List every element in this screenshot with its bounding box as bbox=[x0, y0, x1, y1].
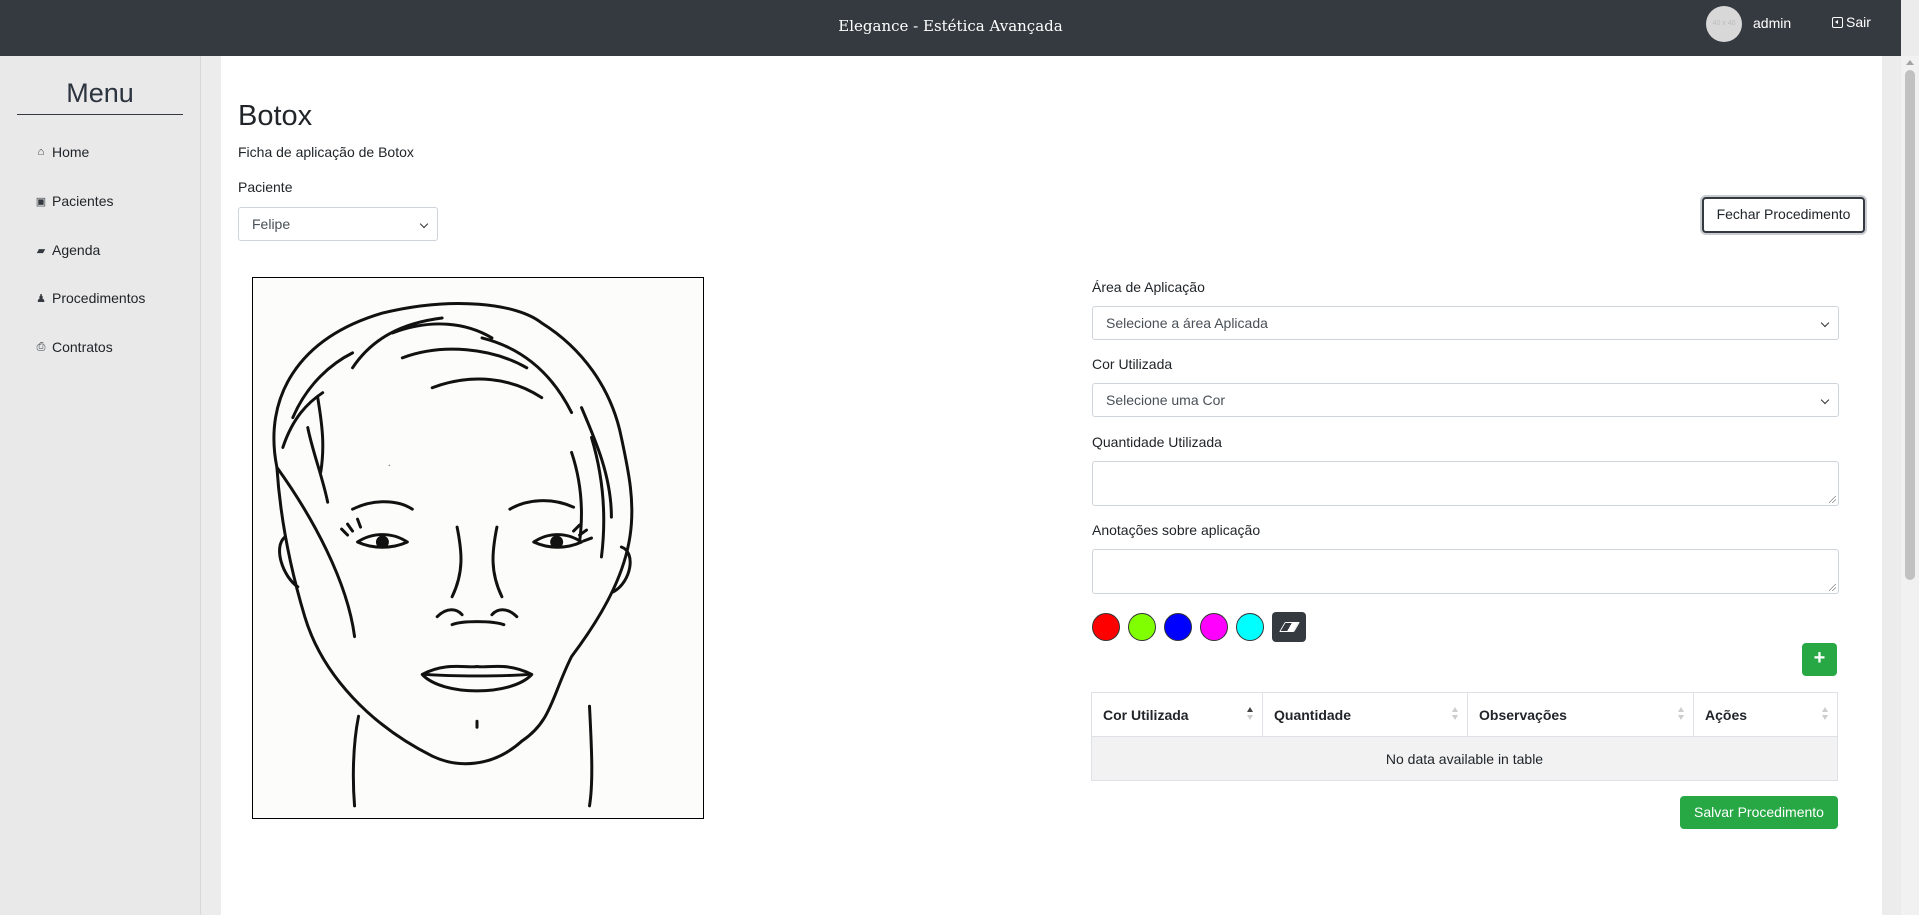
applications-table: Cor Utilizada Quantidade Observações Açõ… bbox=[1091, 692, 1838, 781]
eraser-button[interactable] bbox=[1272, 612, 1306, 642]
page-scrollbar[interactable] bbox=[1901, 56, 1919, 915]
sidebar-item-agenda[interactable]: ▰ Agenda bbox=[35, 242, 101, 258]
book-icon: ▰ bbox=[36, 244, 46, 257]
sort-icon bbox=[1452, 707, 1458, 721]
print-icon: ⎙ bbox=[36, 340, 46, 353]
notes-textarea[interactable] bbox=[1092, 549, 1839, 594]
table-row: No data available in table bbox=[1091, 736, 1838, 781]
scrollbar-thumb[interactable] bbox=[1905, 70, 1915, 580]
sort-icon bbox=[1678, 707, 1684, 721]
column-header-label: Quantidade bbox=[1274, 706, 1352, 723]
column-header-actions[interactable]: Ações bbox=[1693, 692, 1838, 737]
sidebar-item-label: Pacientes bbox=[52, 193, 114, 209]
color-swatch[interactable] bbox=[1236, 613, 1264, 641]
patient-select[interactable]: Felipe bbox=[238, 207, 438, 241]
sidebar-item-home[interactable]: ⌂ Home bbox=[35, 144, 90, 160]
quantity-label: Quantidade Utilizada bbox=[1092, 434, 1222, 450]
color-used-select[interactable]: Selecione uma Cor bbox=[1092, 383, 1839, 417]
brand-title: Elegance - Estética Avançada bbox=[0, 17, 1901, 35]
sidebar-item-label: Agenda bbox=[52, 242, 101, 258]
color-used-select-value: Selecione uma Cor bbox=[1106, 392, 1226, 408]
save-procedure-button[interactable]: Salvar Procedimento bbox=[1680, 796, 1838, 829]
resize-grip-icon[interactable] bbox=[1829, 584, 1836, 591]
add-application-button[interactable]: + bbox=[1802, 643, 1837, 676]
column-header-label: Ações bbox=[1705, 706, 1748, 723]
color-swatch[interactable] bbox=[1200, 613, 1228, 641]
column-header-notes[interactable]: Observações bbox=[1467, 692, 1694, 737]
sidebar-item-label: Home bbox=[52, 144, 90, 160]
color-swatch[interactable] bbox=[1092, 613, 1120, 641]
sidebar-item-label: Contratos bbox=[52, 339, 113, 355]
chevron-down-icon bbox=[1820, 318, 1830, 328]
top-navbar: Elegance - Estética Avançada 40 x 40 adm… bbox=[0, 0, 1901, 56]
patient-label: Paciente bbox=[238, 179, 293, 195]
patient-select-value: Felipe bbox=[252, 216, 291, 232]
user-md-icon: ♟ bbox=[36, 292, 46, 305]
chevron-down-icon bbox=[1820, 395, 1830, 405]
brand-text[interactable]: Elegance - Estética Avançada bbox=[838, 17, 1062, 35]
scroll-up-arrow[interactable] bbox=[1906, 60, 1914, 65]
page-subtitle: Ficha de aplicação de Botox bbox=[238, 144, 414, 160]
column-header-color[interactable]: Cor Utilizada bbox=[1091, 692, 1263, 737]
sign-out-icon bbox=[1832, 17, 1843, 28]
application-area-select-value: Selecione a área Aplicada bbox=[1106, 315, 1268, 331]
resize-grip-icon[interactable] bbox=[1829, 496, 1836, 503]
address-card-icon: ▣ bbox=[35, 195, 47, 208]
sidebar-title: Menu bbox=[17, 78, 183, 115]
table-header-row: Cor Utilizada Quantidade Observações Açõ… bbox=[1091, 692, 1838, 737]
user-name: admin bbox=[1753, 15, 1792, 31]
color-swatch[interactable] bbox=[1128, 613, 1156, 641]
sort-icon bbox=[1822, 707, 1828, 721]
column-header-label: Observações bbox=[1479, 706, 1567, 723]
chevron-down-icon bbox=[419, 219, 429, 229]
sidebar-item-procedimentos[interactable]: ♟ Procedimentos bbox=[35, 290, 145, 306]
close-procedure-button[interactable]: Fechar Procedimento bbox=[1702, 197, 1865, 233]
color-swatch[interactable] bbox=[1164, 613, 1192, 641]
application-area-label: Área de Aplicação bbox=[1092, 279, 1205, 295]
sidebar-item-contratos[interactable]: ⎙ Contratos bbox=[35, 339, 113, 355]
color-used-label: Cor Utilizada bbox=[1092, 356, 1173, 372]
sidebar-item-pacientes[interactable]: ▣ Pacientes bbox=[35, 193, 114, 209]
avatar: 40 x 40 bbox=[1706, 6, 1742, 42]
notes-label: Anotações sobre aplicação bbox=[1092, 522, 1261, 538]
sort-asc-icon bbox=[1247, 707, 1253, 721]
face-drawing-canvas[interactable] bbox=[252, 277, 704, 819]
sidebar-item-label: Procedimentos bbox=[52, 290, 146, 306]
home-icon: ⌂ bbox=[37, 146, 45, 158]
empty-table-message: No data available in table bbox=[1091, 736, 1838, 781]
sidebar: Menu ⌂ Home ▣ Pacientes ▰ Agenda ♟ Procedime… bbox=[0, 56, 201, 915]
logout-button[interactable]: Sair bbox=[1832, 14, 1871, 30]
column-header-label: Cor Utilizada bbox=[1103, 706, 1189, 723]
quantity-textarea[interactable] bbox=[1092, 461, 1839, 506]
face-illustration bbox=[272, 302, 634, 808]
page-title: Botox bbox=[238, 100, 313, 132]
application-area-select[interactable]: Selecione a área Aplicada bbox=[1092, 306, 1839, 340]
logout-label: Sair bbox=[1846, 14, 1871, 30]
column-header-quantity[interactable]: Quantidade bbox=[1262, 692, 1468, 737]
